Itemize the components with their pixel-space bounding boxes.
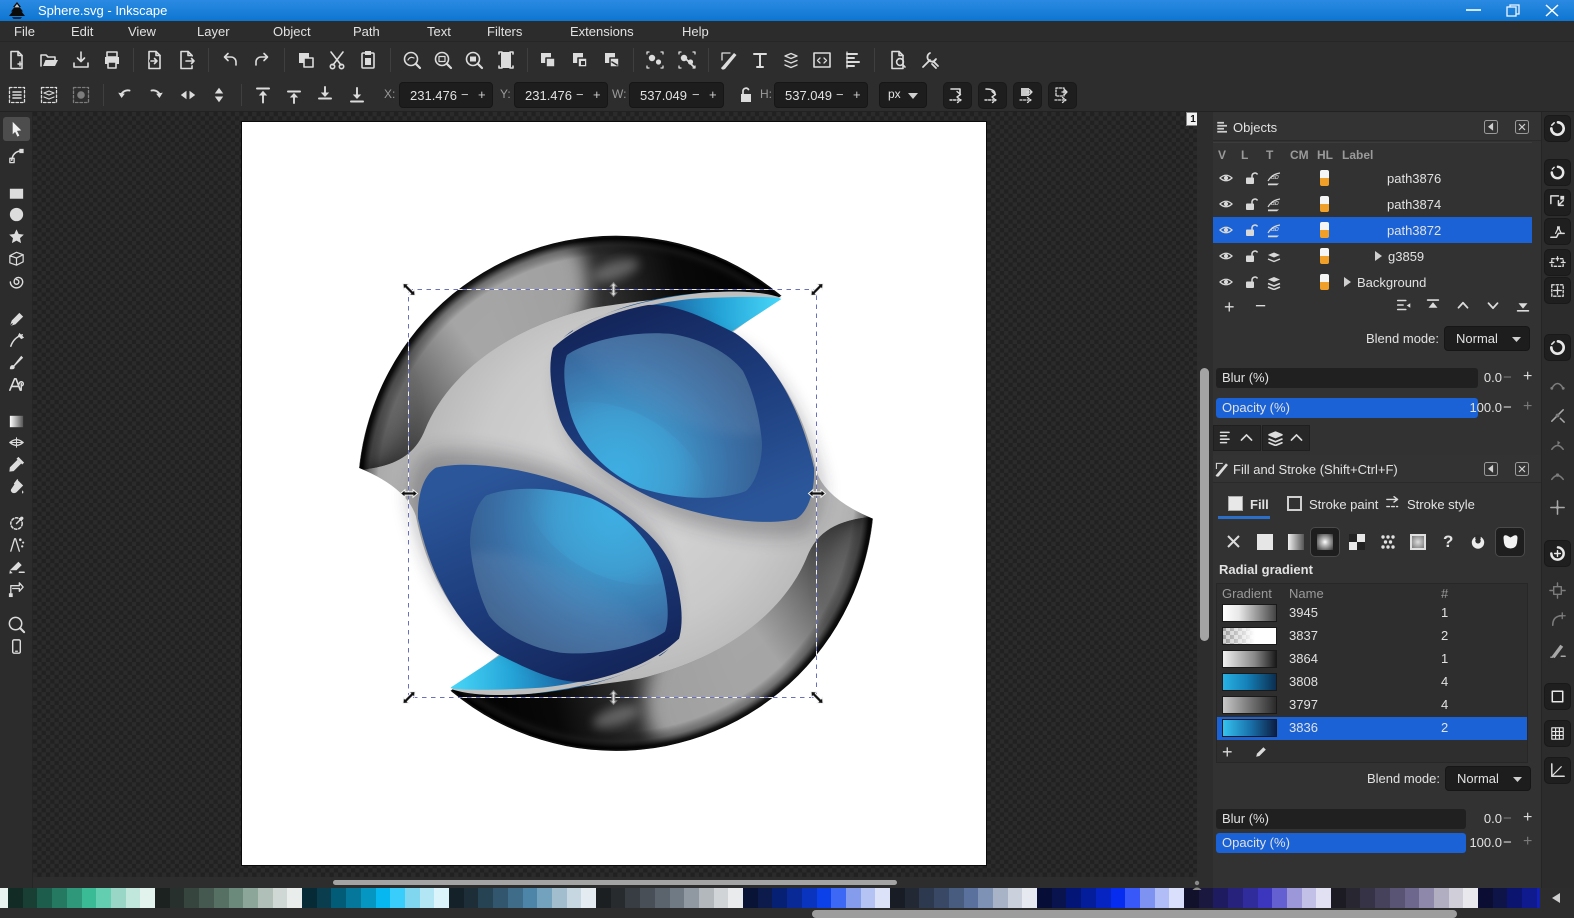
svg-text:ab: ab bbox=[1271, 226, 1279, 233]
svg-text:ab: ab bbox=[1271, 174, 1279, 181]
svg-text:ab: ab bbox=[1271, 200, 1279, 207]
